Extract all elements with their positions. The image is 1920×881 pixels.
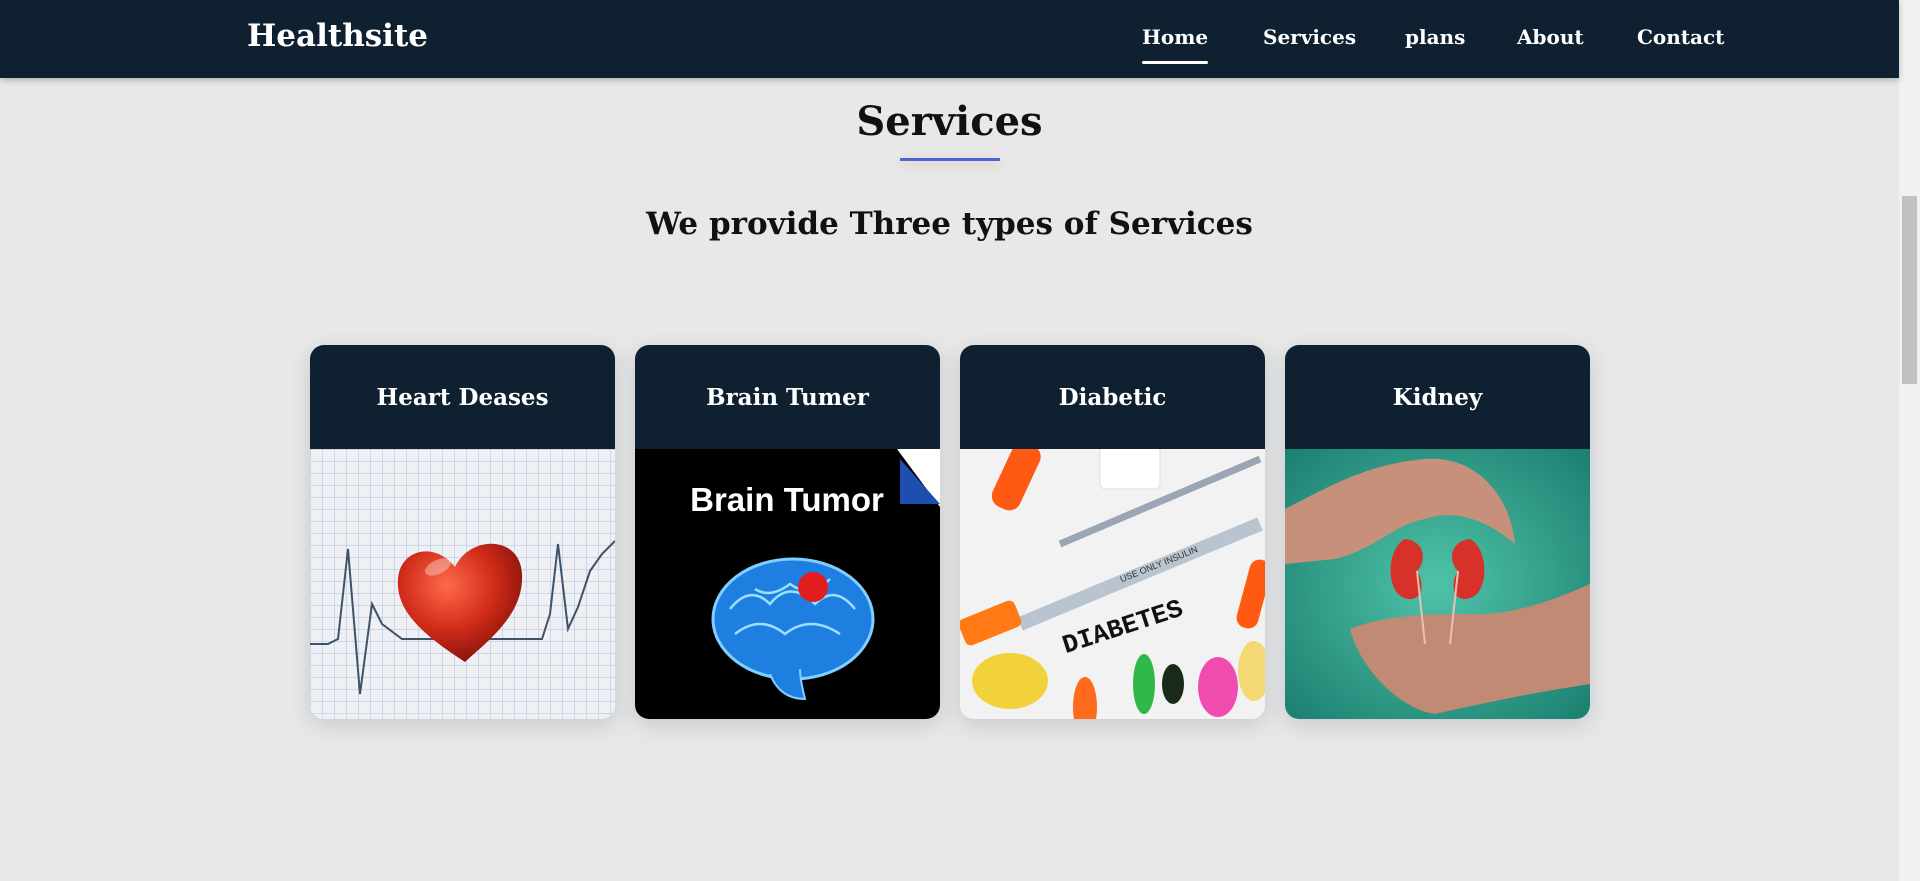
nav-services[interactable]: Services bbox=[1263, 25, 1356, 49]
service-card-heart[interactable]: Heart Deases bbox=[310, 345, 615, 719]
brand-logo[interactable]: Healthsite bbox=[247, 18, 428, 54]
service-card-diabetic[interactable]: Diabetic USE ONLY INSULIN DIABETES bbox=[960, 345, 1265, 719]
page-scrollbar[interactable] bbox=[1899, 0, 1920, 881]
nav-contact[interactable]: Contact bbox=[1637, 25, 1724, 49]
card-title: Diabetic bbox=[960, 345, 1265, 449]
kidney-image bbox=[1285, 449, 1590, 719]
diabetes-image: USE ONLY INSULIN DIABETES bbox=[960, 449, 1265, 719]
heart-image bbox=[310, 449, 615, 719]
card-title: Kidney bbox=[1285, 345, 1590, 449]
service-card-kidney[interactable]: Kidney bbox=[1285, 345, 1590, 719]
card-title: Brain Tumer bbox=[635, 345, 940, 449]
nav-plans[interactable]: plans bbox=[1405, 25, 1465, 49]
nav-about[interactable]: About bbox=[1517, 25, 1584, 49]
scrollbar-thumb[interactable] bbox=[1902, 196, 1917, 384]
nav-home[interactable]: Home bbox=[1142, 25, 1209, 64]
section-subtitle: We provide Three types of Services bbox=[646, 206, 1253, 242]
section-title: Services bbox=[856, 98, 1043, 145]
card-title: Heart Deases bbox=[310, 345, 615, 449]
brain-image: Brain Tumor bbox=[635, 449, 940, 719]
service-card-brain[interactable]: Brain Tumer Brain Tumor bbox=[635, 345, 940, 719]
brain-image-text: Brain Tumor bbox=[690, 481, 884, 518]
top-navbar: Healthsite Home Services plans About Con… bbox=[0, 0, 1899, 78]
title-underline bbox=[900, 158, 1000, 161]
